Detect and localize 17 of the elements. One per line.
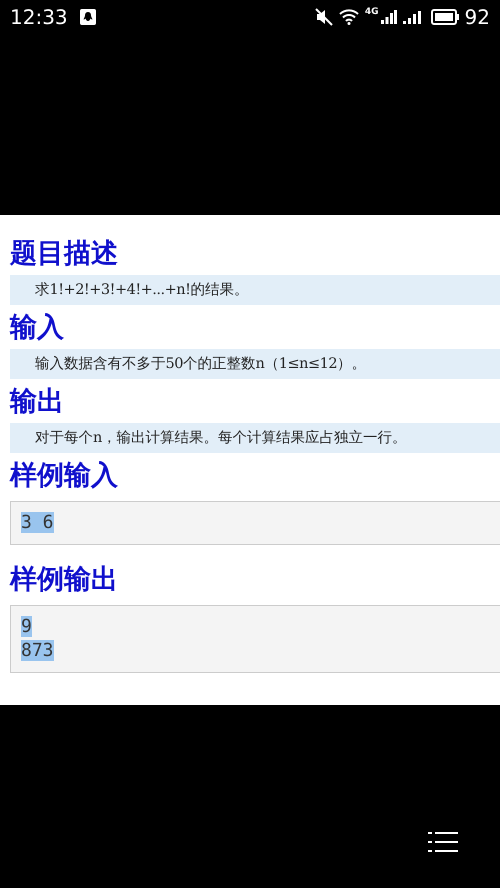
section-text: 输入数据含有不多于50个的正整数n（1≤n≤12）。: [10, 349, 500, 379]
section-heading: 样例输出: [10, 563, 119, 597]
section-text: 求1!+2!+3!+4!+...+n!的结果。: [10, 275, 500, 305]
section-heading: 题目描述: [10, 237, 119, 271]
section-heading: 样例输入: [10, 459, 119, 493]
notification-icon: [80, 9, 96, 25]
menu-icon[interactable]: [428, 830, 458, 854]
section-heading: 输入: [10, 311, 65, 345]
section-text: 对于每个n，输出计算结果。每个计算结果应占独立一行。: [10, 423, 500, 453]
section-heading: 输出: [10, 385, 65, 419]
battery-icon: [430, 9, 459, 25]
signal-icon: [380, 10, 397, 24]
wifi-icon: [338, 9, 359, 25]
battery-percent: 92: [464, 5, 490, 29]
mute-icon: [314, 8, 333, 26]
clock-time: 12:33: [10, 5, 68, 29]
network-type-label: 4G: [364, 7, 379, 17]
